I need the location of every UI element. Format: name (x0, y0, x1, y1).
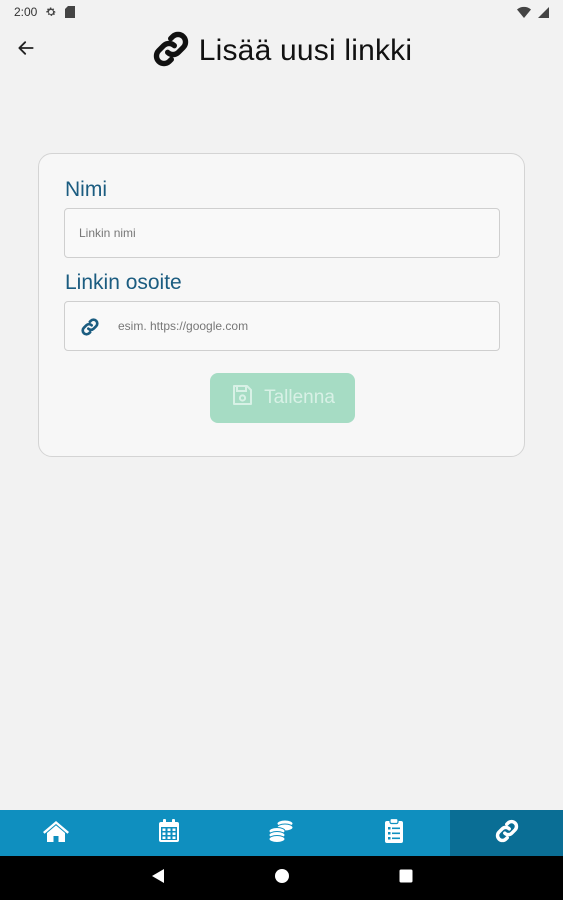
status-bar: 2:00 (0, 0, 563, 24)
home-circle-icon (274, 868, 290, 889)
bottom-nav (0, 810, 563, 856)
nav-item-coins[interactable] (225, 810, 338, 856)
coins-icon (267, 819, 295, 848)
system-nav-bar (0, 856, 563, 900)
gear-icon (45, 6, 57, 18)
recents-square-icon (399, 869, 413, 888)
back-triangle-icon (151, 868, 165, 889)
link-name-input[interactable] (64, 208, 500, 258)
save-icon (230, 383, 254, 413)
status-time: 2:00 (14, 5, 38, 19)
header: Lisää uusi linkki (0, 30, 563, 72)
clipboard-list-icon (384, 817, 404, 849)
link-icon (79, 316, 101, 338)
system-recents-button[interactable] (394, 866, 418, 890)
system-back-button[interactable] (146, 866, 170, 890)
name-label: Nimi (65, 178, 107, 201)
status-right (517, 6, 549, 18)
nav-item-links[interactable] (450, 810, 563, 856)
calendar-icon (158, 818, 180, 848)
battery-icon (537, 6, 549, 18)
system-home-button[interactable] (270, 866, 294, 890)
sd-card-icon (65, 6, 76, 18)
status-left: 2:00 (14, 5, 76, 19)
screen: 2:00 Lisää uusi linkki Nimi Linkin nimi … (0, 0, 563, 900)
home-icon (42, 819, 70, 848)
add-link-card: Nimi Linkin osoite (38, 153, 525, 457)
page-title: Lisää uusi linkki (198, 34, 413, 67)
save-button-label: Tallenna (264, 387, 335, 408)
nav-item-clipboard[interactable] (338, 810, 451, 856)
link-icon (151, 29, 191, 74)
link-icon (494, 818, 520, 849)
wifi-icon (517, 6, 531, 18)
link-url-input[interactable] (64, 301, 500, 351)
save-button[interactable]: Tallenna (210, 373, 355, 423)
nav-item-calendar[interactable] (113, 810, 226, 856)
nav-item-home[interactable] (0, 810, 113, 856)
url-label: Linkin osoite (65, 271, 182, 294)
